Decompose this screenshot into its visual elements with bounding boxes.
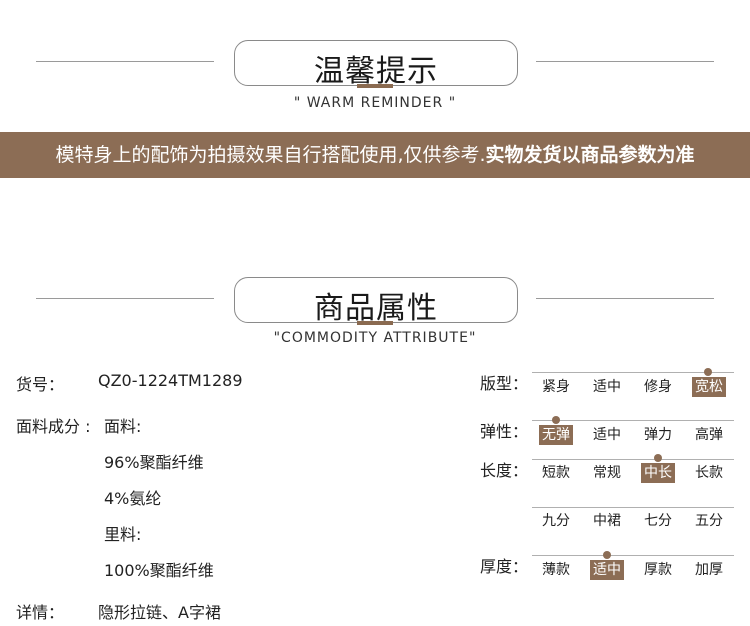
length-selected-dot bbox=[654, 454, 662, 462]
detail-label: 详情： bbox=[16, 603, 65, 622]
reminder-left-line bbox=[36, 61, 214, 62]
length-option-long: 长款 bbox=[695, 465, 723, 481]
banner-normal-text: 模特身上的配饰为拍摄效果自行搭配使用,仅供参考. bbox=[55, 144, 486, 166]
length-option-seventh: 七分 bbox=[644, 513, 672, 529]
length-option-short: 短款 bbox=[542, 465, 570, 481]
elasticity-line bbox=[532, 420, 734, 421]
elasticity-selected-dot bbox=[552, 416, 560, 424]
item-no-label: 货号： bbox=[16, 375, 65, 394]
length-option-midlong-selected: 中长 bbox=[641, 463, 675, 483]
fabric-line-2: 96%聚酯纤维 bbox=[104, 453, 204, 472]
elasticity-option-stretch: 弹力 bbox=[644, 427, 672, 443]
thickness-option-medium-selected: 适中 bbox=[590, 560, 624, 580]
length-option-fifth: 五分 bbox=[695, 513, 723, 529]
fit-label: 版型： bbox=[480, 374, 529, 393]
length-label: 长度： bbox=[480, 461, 529, 480]
reminder-right-line bbox=[536, 61, 714, 62]
attribute-left-line bbox=[36, 298, 214, 299]
elasticity-label: 弹性： bbox=[480, 422, 529, 441]
thickness-label: 厚度： bbox=[480, 557, 529, 576]
fit-option-slim: 修身 bbox=[644, 379, 672, 395]
item-no-value: QZ0-1224TM1289 bbox=[98, 371, 243, 390]
fabric-line-5: 100%聚酯纤维 bbox=[104, 561, 214, 580]
attribute-right-line bbox=[536, 298, 714, 299]
elasticity-option-high: 高弹 bbox=[695, 427, 723, 443]
thickness-option-thick: 厚款 bbox=[644, 562, 672, 578]
reminder-title-underline bbox=[357, 84, 393, 88]
thickness-option-extra-thick: 加厚 bbox=[695, 562, 723, 578]
detail-value: 隐形拉链、A字裙 bbox=[98, 603, 221, 622]
attribute-title-underline bbox=[357, 321, 393, 325]
fit-option-loose-selected: 宽松 bbox=[692, 377, 726, 397]
elasticity-option-medium: 适中 bbox=[593, 427, 621, 443]
thickness-option-thin: 薄款 bbox=[542, 562, 570, 578]
fabric-line-1: 面料: bbox=[104, 417, 142, 436]
fabric-label: 面料成分 : bbox=[16, 417, 91, 436]
reminder-subtitle: " WARM REMINDER " bbox=[293, 95, 457, 111]
reminder-title-box: 温馨提示 bbox=[234, 40, 518, 89]
reminder-banner: 模特身上的配饰为拍摄效果自行搭配使用,仅供参考.实物发货以商品参数为准 bbox=[0, 132, 750, 178]
length-option-midskirt: 中裙 bbox=[593, 513, 621, 529]
banner-bold-text: 实物发货以商品参数为准 bbox=[485, 144, 695, 166]
length-option-ninth: 九分 bbox=[542, 513, 570, 529]
thickness-selected-dot bbox=[603, 551, 611, 559]
fabric-line-4: 里料: bbox=[104, 525, 142, 544]
attribute-title-box: 商品属性 bbox=[234, 277, 518, 326]
fit-option-medium: 适中 bbox=[593, 379, 621, 395]
elasticity-option-none-selected: 无弹 bbox=[539, 425, 573, 445]
attribute-subtitle: "COMMODITY ATTRIBUTE" bbox=[273, 330, 477, 346]
length-option-regular: 常规 bbox=[593, 465, 621, 481]
length-line bbox=[532, 459, 734, 460]
fabric-line-3: 4%氨纶 bbox=[104, 489, 162, 508]
fit-selected-dot bbox=[704, 368, 712, 376]
thickness-line bbox=[532, 555, 734, 556]
fit-option-tight: 紧身 bbox=[542, 379, 570, 395]
length-line-2 bbox=[532, 507, 734, 508]
banner-text: 模特身上的配饰为拍摄效果自行搭配使用,仅供参考.实物发货以商品参数为准 bbox=[0, 132, 750, 178]
